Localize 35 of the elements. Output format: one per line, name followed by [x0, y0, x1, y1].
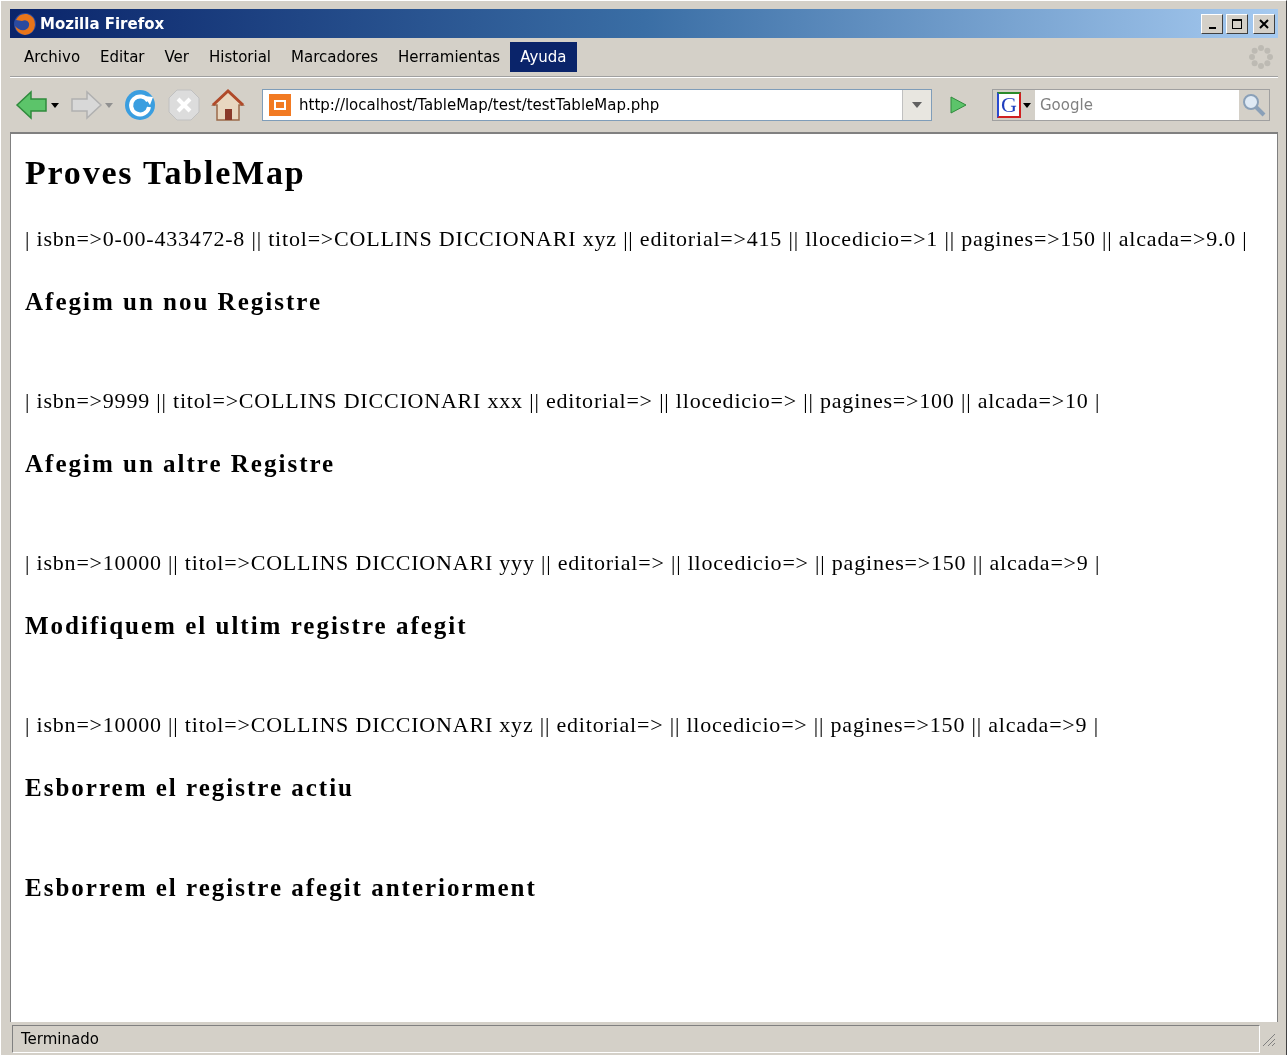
record-text: | isbn=>10000 || titol=>COLLINS DICCIONARI xyz || editorial=> || llocedicio=> || pagines=>150 || alcada=>9 | [25, 712, 1100, 738]
address-field[interactable]: http://localhost/TableMap/test/testTableMap.php [297, 95, 902, 115]
menu-item[interactable]: Herramientas [388, 42, 511, 72]
window-title: Mozilla Firefox [40, 14, 166, 33]
go-icon[interactable] [948, 95, 968, 115]
record-text: | isbn=>9999 || titol=>COLLINS DICCIONARI xxx || editorial=> || llocedicio=> || pagines=>100 || alcada=>10 | [25, 388, 1102, 414]
close-button[interactable] [1253, 13, 1275, 34]
firefox-icon [13, 11, 37, 36]
record-text: | isbn=>10000 || titol=>COLLINS DICCIONARI yyy || editorial=> || llocedicio=> || pagines=>150 || alcada=>9 | [25, 550, 1102, 576]
status-text: Terminado [12, 1024, 1260, 1053]
menu-item[interactable]: Ver [154, 42, 199, 72]
section-heading: Afegim un nou Registre [25, 288, 323, 316]
menu-item[interactable]: Editar [90, 42, 155, 72]
menu-item[interactable]: Marcadores [281, 42, 388, 72]
close-icon [1259, 18, 1269, 29]
section-heading: Esborrem el registre actiu [25, 774, 355, 802]
maximize-icon [1231, 17, 1243, 30]
dropdown-icon[interactable] [911, 101, 923, 109]
stop-icon[interactable] [166, 87, 202, 123]
maximize-button[interactable] [1226, 13, 1248, 34]
reload-icon[interactable] [122, 87, 158, 123]
section-heading: Afegim un altre Registre [25, 450, 337, 478]
menu-item[interactable]: Archivo [14, 42, 91, 72]
address-field[interactable]: http://localhost/TableMap/test/testTableMap.php [262, 89, 932, 121]
minimize-icon [1208, 26, 1216, 29]
section-heading: Esborrem el registre afegit anteriorment [25, 874, 538, 902]
section-heading: Modifiquem el ultim registre afegit [25, 612, 469, 640]
caret-icon[interactable] [50, 101, 60, 109]
minimize-button[interactable] [1201, 13, 1223, 34]
site-icon [269, 94, 291, 116]
page-title: Proves TableMap [25, 154, 307, 192]
home-icon[interactable] [210, 87, 246, 123]
record-text: | isbn=>0-00-433472-8 || titol=>COLLINS DICCIONARI xyz || editorial=>415 || llocedicio=>1 || pagines=>150 || alcada=>9.0 | [25, 226, 1249, 252]
menu-item[interactable]: Ayuda [510, 42, 577, 72]
menu-item[interactable]: Historial [199, 42, 281, 72]
